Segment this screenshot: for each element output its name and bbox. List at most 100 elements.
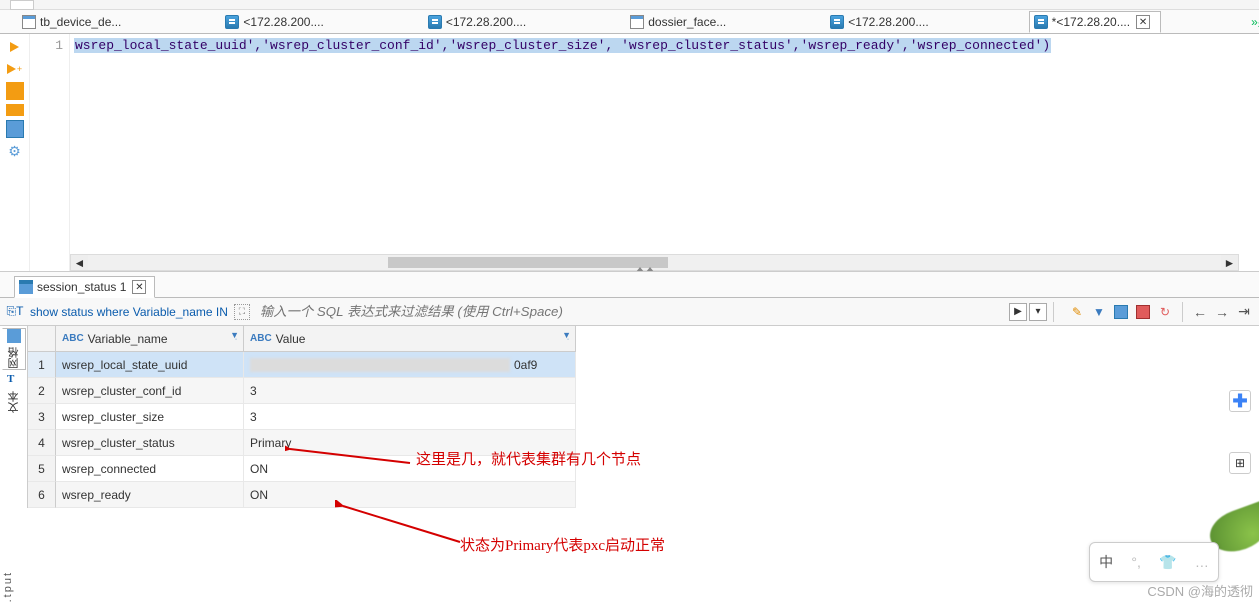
column-header-value[interactable]: ABC Value ▼̣ — [244, 326, 576, 351]
cell-value[interactable]: ON — [244, 482, 576, 508]
prev-page-icon[interactable] — [1192, 304, 1208, 320]
tab-label: *<172.28.20.... — [1052, 15, 1130, 29]
text-view-tab[interactable]: 文本 — [2, 372, 26, 414]
annotation-text: 状态为Primary代表pxc启动正常 — [460, 534, 665, 555]
tab-label: <172.28.200.... — [243, 15, 323, 29]
cell-variable-name[interactable]: wsrep_cluster_size — [56, 404, 244, 430]
sort-icon[interactable]: ▼̣ — [230, 330, 239, 340]
sql-source-icon[interactable]: ⎘T — [7, 304, 23, 320]
scroll-right-icon[interactable]: ► — [1221, 255, 1238, 270]
grid-view-tab[interactable]: 网格 — [2, 328, 26, 370]
tab-label: <172.28.200.... — [848, 15, 928, 29]
edit-icon[interactable] — [1069, 304, 1085, 320]
result-tab-label: session_status 1 — [37, 280, 126, 294]
table-row[interactable]: 2wsrep_cluster_conf_id3 — [28, 378, 576, 404]
sash-handle[interactable] — [636, 267, 654, 271]
apply-filter-button[interactable]: ▶ — [1009, 303, 1027, 321]
code-line: wsrep_local_state_uuid','wsrep_cluster_c… — [74, 38, 1051, 53]
editor-tab-bar: tb_device_de... <172.28.200.... <172.28.… — [0, 10, 1259, 34]
refresh-icon[interactable] — [1157, 304, 1173, 320]
filter-bar: ⎘T show status where Variable_name IN ⛶ … — [0, 298, 1259, 326]
expand-icon[interactable]: ⛶ — [234, 304, 250, 320]
next-page-icon[interactable] — [1214, 304, 1230, 320]
result-area: 网格 文本 ABC Variable_name ▼̣ ABC Value ▼̣ … — [0, 326, 1259, 508]
row-number: 2 — [28, 378, 56, 404]
row-number: 5 — [28, 456, 56, 482]
query-text: show status where Variable_name IN — [30, 305, 228, 319]
table-row[interactable]: 3wsrep_cluster_size3 — [28, 404, 576, 430]
cell-variable-name[interactable]: wsrep_cluster_status — [56, 430, 244, 456]
tab-label: dossier_face... — [648, 15, 726, 29]
grid-header: ABC Variable_name ▼̣ ABC Value ▼̣ — [28, 326, 576, 352]
cell-variable-name[interactable]: wsrep_cluster_conf_id — [56, 378, 244, 404]
filter-dropdown-button[interactable]: ▾ — [1029, 303, 1047, 321]
table-row[interactable]: 5wsrep_connectedON — [28, 456, 576, 482]
cell-value[interactable]: ON — [244, 456, 576, 482]
column-header-name[interactable]: ABC Variable_name ▼̣ — [56, 326, 244, 351]
result-tab-bar: session_status 1 ✕ — [0, 272, 1259, 298]
scroll-thumb[interactable] — [388, 257, 668, 268]
sort-icon[interactable]: ▼̣ — [562, 330, 571, 340]
editor-gutter — [0, 34, 30, 271]
separator — [1053, 302, 1054, 322]
editor-tab[interactable]: tb_device_de... — [18, 11, 131, 33]
cell-value[interactable]: Primary — [244, 430, 576, 456]
table-row[interactable]: 6wsrep_readyON — [28, 482, 576, 508]
run-new-icon[interactable] — [6, 60, 24, 78]
result-grid: ABC Variable_name ▼̣ ABC Value ▼̣ 1wsrep… — [28, 326, 576, 508]
palette-button[interactable]: ✚ — [1229, 390, 1251, 412]
palette-button[interactable]: ⊞ — [1229, 452, 1251, 474]
table-icon — [630, 15, 644, 29]
editor-tab-active[interactable]: *<172.28.20.... ✕ — [1029, 11, 1161, 33]
editor-tab[interactable]: <172.28.200.... — [424, 11, 536, 33]
editor-tab[interactable]: <172.28.200.... — [826, 11, 938, 33]
separator — [1182, 302, 1183, 322]
table-row[interactable]: 1wsrep_local_state_uuid0af9 — [28, 352, 576, 378]
editor-area: 1 wsrep_local_state_uuid','wsrep_cluster… — [0, 34, 1259, 272]
ime-indicator[interactable]: 中 °, 👕 … — [1089, 542, 1219, 582]
cell-variable-name[interactable]: wsrep_local_state_uuid — [56, 352, 244, 378]
toolbar-button[interactable] — [10, 0, 34, 10]
row-number: 4 — [28, 430, 56, 456]
grid-icon — [7, 329, 21, 343]
close-icon[interactable]: ✕ — [1136, 15, 1150, 29]
editor-tab[interactable]: dossier_face... — [626, 11, 736, 33]
revert-icon[interactable] — [1135, 304, 1151, 320]
cell-variable-name[interactable]: wsrep_ready — [56, 482, 244, 508]
row-number: 6 — [28, 482, 56, 508]
scroll-left-icon[interactable]: ◄ — [71, 255, 88, 270]
run-icon[interactable] — [6, 38, 24, 56]
text-view-label: 文本 — [6, 391, 22, 413]
gear-icon[interactable] — [6, 142, 24, 160]
column-label: Variable_name — [88, 332, 168, 346]
cell-value[interactable]: 3 — [244, 378, 576, 404]
tab-label: <172.28.200.... — [446, 15, 526, 29]
funnel-icon[interactable]: ▼ — [1091, 304, 1107, 320]
type-icon: ABC — [250, 333, 272, 344]
column-label: Value — [276, 332, 306, 346]
output-tab-vertical[interactable]: .tput — [2, 571, 14, 602]
cell-value[interactable]: 0af9 — [244, 352, 576, 378]
sql-editor[interactable]: 1 wsrep_local_state_uuid','wsrep_cluster… — [30, 34, 1259, 271]
explain-icon[interactable] — [6, 104, 24, 116]
tab-overflow[interactable]: »₂ — [1251, 15, 1259, 29]
ime-lang: 中 — [1099, 552, 1113, 572]
ime-more: … — [1195, 554, 1209, 570]
row-number: 3 — [28, 404, 56, 430]
horizontal-scrollbar[interactable]: ◄ ► — [70, 254, 1239, 271]
rownum-header — [28, 326, 56, 351]
editor-tab[interactable]: <172.28.200.... — [221, 11, 333, 33]
sql-icon — [225, 15, 239, 29]
toolbar-placeholder — [0, 0, 1259, 10]
cell-value[interactable]: 3 — [244, 404, 576, 430]
cell-variable-name[interactable]: wsrep_connected — [56, 456, 244, 482]
script-icon[interactable] — [6, 82, 24, 100]
table-row[interactable]: 4wsrep_cluster_statusPrimary — [28, 430, 576, 456]
filter-input[interactable] — [256, 302, 1007, 322]
close-icon[interactable]: ✕ — [132, 280, 146, 294]
last-page-icon[interactable] — [1236, 304, 1252, 320]
save-icon[interactable] — [1113, 304, 1129, 320]
result-tab[interactable]: session_status 1 ✕ — [14, 276, 155, 298]
watermark: CSDN @海的透彻 — [1147, 581, 1253, 600]
document-icon[interactable] — [6, 120, 24, 138]
